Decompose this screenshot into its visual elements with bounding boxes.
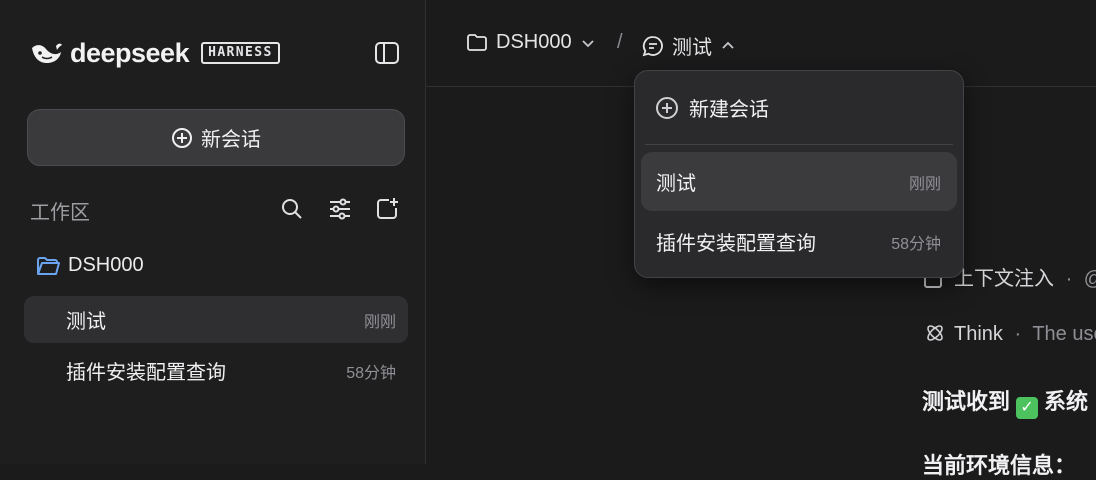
chat-time: 刚刚 [363,313,396,331]
chat-title: 测试 [66,311,106,333]
check-icon: ✓ [1016,397,1039,419]
sidebar-chat-item[interactable]: 插件安装配置查询 58分钟 [24,347,408,394]
search-icon[interactable] [280,197,304,221]
new-folder-icon[interactable] [375,197,399,221]
think-text: The use [1032,323,1096,345]
new-conversation-item[interactable]: 新建会话 [655,93,769,122]
dropdown-chat-time: 58分钟 [891,235,941,253]
chat-bubble-icon [642,35,663,56]
brand-logo: deepseek HARNESS [30,36,280,70]
chat-time: 58分钟 [346,364,396,382]
whale-icon [32,43,62,63]
breadcrumb-chat-label: 测试 [672,37,712,59]
chat-switch-dropdown: 新建会话 测试 刚刚 插件安装配置查询 58分钟 [634,70,964,278]
folder-open-icon [37,256,60,275]
reply-prefix: 测试收到 [922,389,1011,414]
sidebar-toggle-icon[interactable] [374,40,400,66]
think-label: Think [954,323,1003,345]
dropdown-chat-title: 测试 [656,173,696,195]
workspace-folder[interactable]: DSH000 [36,254,144,277]
context-separator: · [1065,268,1073,290]
sidebar: deepseek HARNESS 新会话 工作区 DSH000 测试 刚刚 插件… [0,0,426,464]
filter-settings-icon[interactable] [328,197,352,221]
folder-name: DSH000 [68,254,144,276]
new-chat-button[interactable]: 新会话 [27,109,405,166]
chat-title: 插件安装配置查询 [66,362,226,384]
think-separator: · [1014,323,1022,345]
brand-badge: HARNESS [201,42,280,64]
think-line[interactable]: Think · The use [924,322,1096,346]
breadcrumb-folder[interactable]: DSH000 [466,31,596,54]
context-tail: @ [1084,268,1096,290]
plus-circle-icon [656,96,678,119]
dropdown-chat-time: 刚刚 [908,175,941,193]
breadcrumb-chat[interactable]: 测试 [642,31,736,60]
chevron-up-icon [722,41,734,49]
folder-icon [467,33,487,51]
workspace-label: 工作区 [30,202,90,224]
dropdown-divider [645,144,953,145]
env-heading: 当前环境信息： [922,453,1077,478]
dropdown-chat-item[interactable]: 插件安装配置查询 58分钟 [641,212,957,271]
brand-name: deepseek [70,37,190,68]
dropdown-chat-item[interactable]: 测试 刚刚 [641,152,957,211]
chevron-down-icon [581,39,594,47]
new-conversation-label: 新建会话 [689,99,769,121]
new-chat-label: 新会话 [201,129,261,151]
dropdown-chat-title: 插件安装配置查询 [656,233,816,255]
breadcrumb-separator: / [617,31,623,53]
reply-tail: 系统 [1044,389,1089,414]
context-label: 上下文注入 [954,268,1054,290]
reply-heading: 测试收到 ✓ 系统 [922,384,1088,419]
atom-icon [927,325,943,341]
plus-circle-icon [172,127,192,148]
sidebar-chat-item[interactable]: 测试 刚刚 [24,296,408,343]
breadcrumb-folder-label: DSH000 [496,31,572,53]
